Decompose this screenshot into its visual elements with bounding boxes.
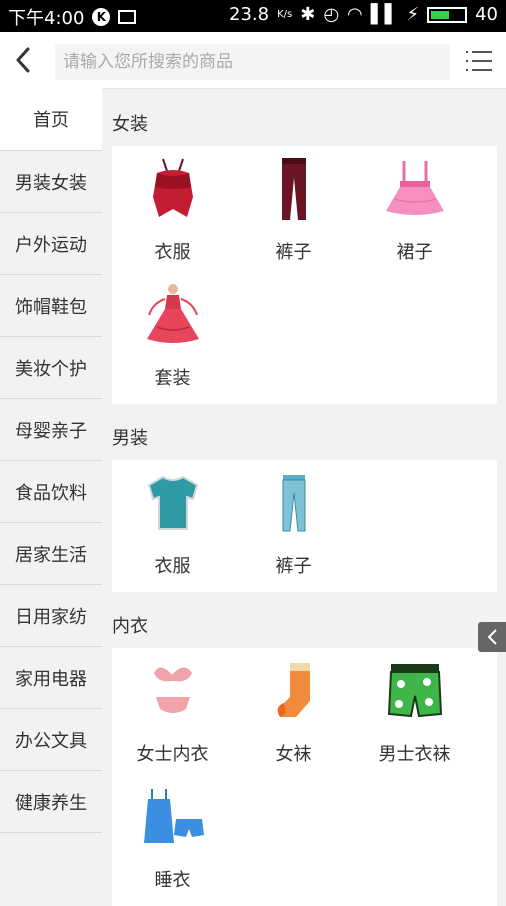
red-gown-icon [146,284,199,343]
back-button[interactable] [8,42,38,78]
menu-button[interactable] [463,46,495,76]
status-bar: 下午4:00 K 23.8 K/s ✱ ◴ ◠ ▌▌ ⚡ 40 [0,0,506,32]
battery-level: 40 [475,4,498,25]
sidebar-item-home[interactable]: 首页 [0,88,102,151]
side-panel-toggle[interactable] [478,622,506,652]
charging-icon: ⚡ [406,4,420,25]
category-item-label: 衣服 [154,242,191,263]
category-item[interactable]: 女袜 [233,654,354,780]
teal-tshirt-icon [147,475,198,530]
sidebar-item-clothing[interactable]: 男装女装 [0,151,102,213]
wifi-icon: ◠ [347,4,363,25]
section-grid-mens: 衣服 裤子 [112,460,497,592]
sidebar-item-home-living[interactable]: 居家生活 [0,523,102,585]
category-item-label: 裤子 [275,242,312,263]
category-item-label: 套装 [154,368,191,389]
green-boxer-shorts-icon [387,664,442,718]
sidebar-item-outdoor-sports[interactable]: 户外运动 [0,213,102,275]
category-item-label: 睡衣 [154,870,191,891]
category-item[interactable]: 衣服 [112,152,233,278]
sidebar-item-mother-baby[interactable]: 母婴亲子 [0,399,102,461]
category-item-label: 衣服 [154,556,191,577]
section-grid-womens: 衣服 裤子 裙子 套装 [112,146,497,404]
category-content: 女装 衣服 裤子 裙子 套装 男装 衣服 裤子 内衣 女士内衣 女袜 男士衣袜 … [112,88,497,906]
sidebar-item-appliances[interactable]: 家用电器 [0,647,102,709]
category-item-label: 男士衣袜 [378,744,451,765]
sidebar-item-home-textiles[interactable]: 日用家纺 [0,585,102,647]
network-speed: 23.8 [229,4,270,25]
category-item-label: 裙子 [396,242,433,263]
orange-sock-icon [277,663,310,717]
category-item-label: 女袜 [275,744,312,765]
battery-icon [427,6,468,23]
section-title-underwear: 内衣 [112,616,148,637]
bluetooth-icon: ✱ [300,4,316,25]
sidebar-item-food-drink[interactable]: 食品饮料 [0,461,102,523]
sidebar-item-office-supplies[interactable]: 办公文具 [0,709,102,771]
alarm-icon: ◴ [323,4,340,25]
dark-red-trousers-icon [281,158,306,220]
sidebar-item-beauty[interactable]: 美妆个护 [0,337,102,399]
red-top-icon [152,158,193,217]
network-speed-unit: K/s [277,9,293,20]
sidebar-item-accessories-bags[interactable]: 饰帽鞋包 [0,275,102,337]
blue-jeans-icon [282,475,305,532]
category-item-label: 裤子 [275,556,312,577]
search-input[interactable] [55,44,450,80]
list-menu-icon [466,51,492,71]
category-item[interactable]: 裤子 [233,466,354,592]
category-item[interactable]: 裙子 [354,152,475,278]
sidebar-item-health[interactable]: 健康养生 [0,771,102,833]
category-item[interactable]: 女士内衣 [112,654,233,780]
category-item[interactable]: 睡衣 [112,780,233,906]
search-header [0,32,506,89]
signal-icon: ▌▌ [370,4,399,25]
section-title-mens: 男装 [112,428,148,449]
blue-pajamas-icon [143,789,204,843]
category-item[interactable]: 套装 [112,278,233,404]
status-time: 下午4:00 [8,8,85,29]
category-item[interactable]: 衣服 [112,466,233,592]
message-icon [118,10,137,24]
section-grid-underwear: 女士内衣 女袜 男士衣袜 睡衣 [112,648,497,906]
pink-lingerie-icon [153,667,192,713]
k-app-icon: K [92,8,111,26]
category-item[interactable]: 裤子 [233,152,354,278]
pink-skirt-icon [385,161,444,215]
chevron-left-icon [487,629,497,645]
category-item-label: 女士内衣 [136,744,209,765]
category-item[interactable]: 男士衣袜 [354,654,475,780]
chevron-left-icon [16,47,30,73]
section-title-womens: 女装 [112,114,148,135]
category-sidebar: 首页 男装女装 户外运动 饰帽鞋包 美妆个护 母婴亲子 食品饮料 居家生活 日用… [0,88,102,833]
